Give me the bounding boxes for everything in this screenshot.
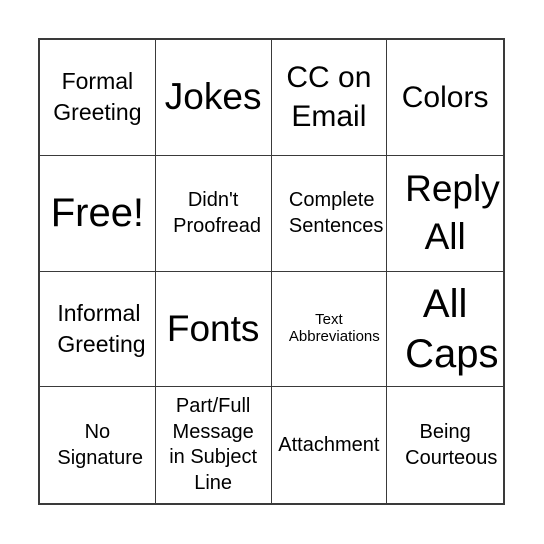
cell-text: No Signature (57, 421, 143, 470)
bingo-cell[interactable]: Didn't Proofread (155, 155, 272, 272)
bingo-cell[interactable]: CC on Email (271, 40, 388, 156)
cell-text: Free! (50, 191, 145, 236)
cell-text: Complete Sentences (288, 189, 384, 238)
bingo-cell[interactable]: Attachment (272, 387, 388, 503)
cell-text: Reply All (405, 168, 500, 258)
bingo-cell[interactable]: Fonts (155, 271, 272, 388)
cell-text: Text Abbreviations (288, 311, 380, 345)
cell-text: Didn't Proofread (173, 189, 261, 238)
bingo-cell[interactable]: Formal Greeting (40, 40, 156, 156)
cell-text: Fonts (166, 307, 260, 349)
bingo-cell[interactable]: All Caps (387, 272, 503, 388)
bingo-cell[interactable]: Jokes (155, 40, 272, 156)
bingo-cell[interactable]: Being Courteous (387, 387, 503, 503)
cell-text: Colors (401, 80, 489, 114)
free-space[interactable]: Free! (40, 155, 156, 272)
cell-text: Being Courteous (405, 421, 498, 470)
bingo-board: Formal Greeting Jokes CC on Email Colors… (38, 38, 505, 505)
bingo-cell[interactable]: Reply All (387, 156, 503, 272)
bingo-cell[interactable]: Part/Full Message in Subject Line (156, 387, 272, 503)
bingo-cell[interactable]: Text Abbreviations (271, 271, 388, 388)
cell-text: Informal Greeting (57, 299, 146, 357)
bingo-cell[interactable]: No Signature (40, 387, 156, 503)
bingo-cell[interactable]: Informal Greeting (40, 271, 156, 388)
cell-text: Attachment (278, 434, 380, 457)
bingo-cell[interactable]: Colors (387, 40, 503, 156)
cell-text: CC on Email (286, 61, 372, 134)
bingo-cell[interactable]: Complete Sentences (271, 155, 388, 272)
cell-text: All Caps (405, 281, 499, 376)
cell-text: Formal Greeting (53, 68, 142, 126)
cell-text: Jokes (164, 76, 262, 118)
cell-text: Part/Full Message in Subject Line (169, 395, 258, 494)
